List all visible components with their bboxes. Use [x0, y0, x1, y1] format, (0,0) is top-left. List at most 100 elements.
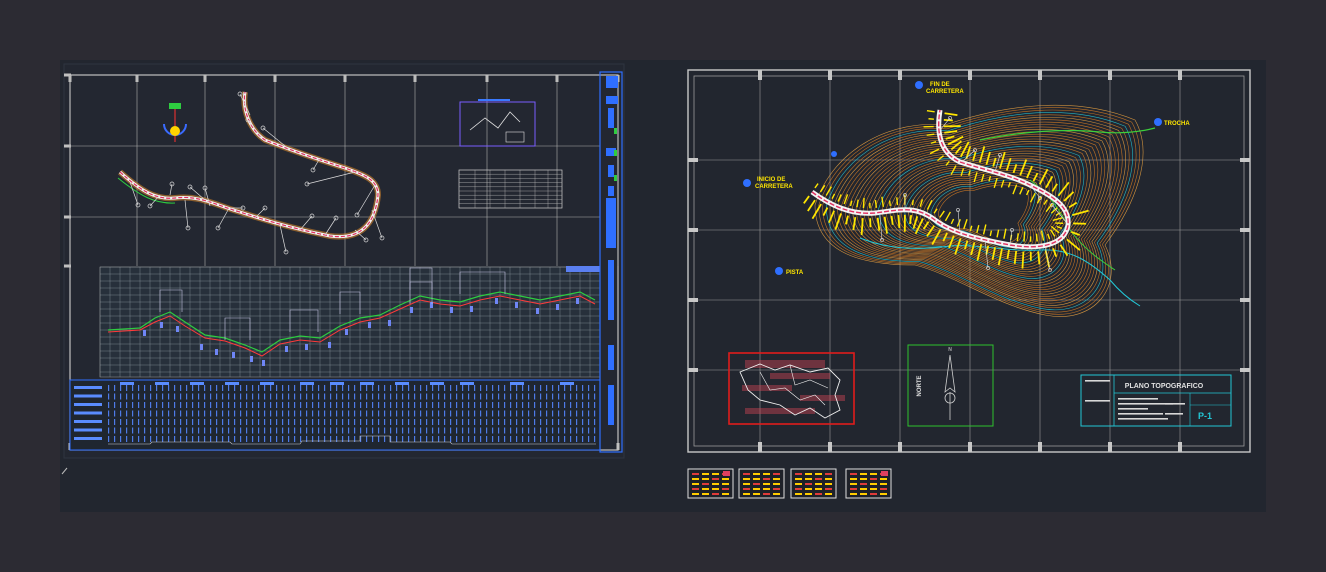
band-value [354, 427, 356, 434]
inicio-label-line1: INICIO DE [757, 177, 785, 183]
band-value [456, 393, 458, 400]
band-value [576, 419, 578, 425]
band-value [510, 385, 512, 391]
frame-tick [828, 442, 832, 452]
tab-thumbnail-mark [753, 493, 760, 495]
band-value [588, 427, 590, 434]
band-header [225, 382, 239, 385]
band-value [204, 402, 206, 408]
frame-tick [828, 70, 832, 80]
band-value [324, 419, 326, 425]
station-marker [305, 344, 308, 350]
band-value [450, 436, 452, 442]
band-value [594, 393, 596, 400]
tab-thumbnail-mark [743, 493, 750, 495]
band-value [276, 410, 278, 417]
band-value [138, 436, 140, 442]
band-value [588, 385, 590, 391]
band-value [564, 427, 566, 434]
layout-tab-4[interactable] [845, 468, 892, 499]
band-value [504, 402, 506, 408]
band-value [408, 410, 410, 417]
band-value [480, 419, 482, 425]
station-marker [556, 304, 559, 310]
band-value [150, 410, 152, 417]
tab-thumbnail-mark [773, 473, 780, 475]
tab-thumbnail-mark [795, 483, 802, 485]
band-value [468, 410, 470, 417]
tab-thumbnail-mark [743, 483, 750, 485]
band-value [312, 402, 314, 408]
band-value [294, 427, 296, 434]
band-value [174, 436, 176, 442]
band-value [372, 436, 374, 442]
band-value [342, 393, 344, 400]
band-value [342, 402, 344, 408]
band-value [306, 393, 308, 400]
band-value [210, 419, 212, 425]
left-sheet[interactable] [63, 63, 625, 459]
band-value [120, 436, 122, 442]
band-value [378, 436, 380, 442]
band-value [108, 402, 110, 408]
band-value [444, 385, 446, 391]
tab-thumbnail-mark [825, 483, 832, 485]
north-label: NORTE [917, 376, 923, 397]
frame-tick [898, 70, 902, 80]
band-value [390, 419, 392, 425]
band-value [144, 410, 146, 417]
band-value [300, 436, 302, 442]
band-value [228, 410, 230, 417]
station-marker [160, 322, 163, 328]
band-value [162, 436, 164, 442]
tab-thumbnail-mark [712, 488, 719, 490]
layout-tab-2[interactable] [738, 468, 785, 499]
band-value [204, 427, 206, 434]
inicio-marker-icon [743, 179, 751, 187]
band-value [348, 410, 350, 417]
band-value [300, 402, 302, 408]
station-marker [262, 360, 265, 366]
band-value [480, 410, 482, 417]
station-marker [232, 352, 235, 358]
band-value [228, 419, 230, 425]
band-value [528, 385, 530, 391]
frame-tick [1038, 442, 1042, 452]
band-value [294, 402, 296, 408]
cad-drawing-canvas[interactable]: FIN DE CARRETERA TROCHA INICIO DE CARRET… [0, 0, 1326, 572]
band-value [312, 385, 314, 391]
band-value [480, 385, 482, 391]
band-value [330, 427, 332, 434]
band-value [276, 427, 278, 434]
band-value [576, 393, 578, 400]
layout-tab-3[interactable] [790, 468, 837, 499]
band-value [246, 410, 248, 417]
tab-thumbnail-mark [743, 473, 750, 475]
band-value [474, 402, 476, 408]
tab-thumbnail-mark [880, 488, 887, 490]
band-value [234, 385, 236, 391]
frame-tick [758, 70, 762, 80]
band-value [564, 436, 566, 442]
tab-thumbnail-mark [881, 471, 888, 476]
band-value [504, 436, 506, 442]
band-value [264, 419, 266, 425]
layout-tab-1[interactable] [687, 468, 734, 499]
band-value [354, 410, 356, 417]
band-value [282, 385, 284, 391]
tab-thumbnail-mark [795, 488, 802, 490]
band-value [528, 402, 530, 408]
band-value [132, 419, 134, 425]
band-value [228, 402, 230, 408]
band-value [492, 419, 494, 425]
band-value [438, 427, 440, 434]
tab-thumbnail-mark [712, 493, 719, 495]
band-value [228, 385, 230, 391]
band-value [522, 436, 524, 442]
band-value [288, 427, 290, 434]
band-value [396, 410, 398, 417]
band-value [126, 427, 128, 434]
band-value [504, 427, 506, 434]
band-value [150, 385, 152, 391]
band-value [222, 410, 224, 417]
